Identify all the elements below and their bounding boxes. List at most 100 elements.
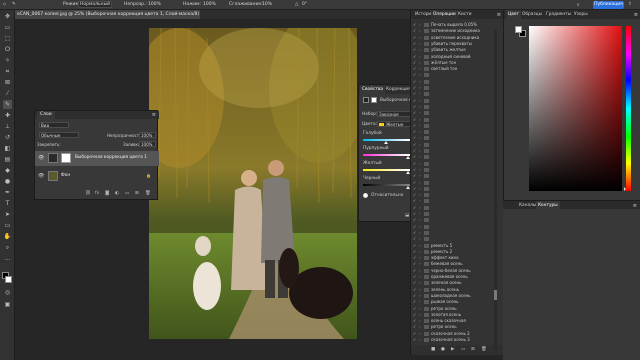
link-layers-icon[interactable]: ⛓ [85, 191, 91, 196]
checkmark-icon[interactable]: ✓ [413, 148, 418, 154]
checkmark-icon[interactable]: ✓ [413, 66, 418, 72]
action-item[interactable]: ✓ › реместь 5 [411, 243, 496, 249]
checkmark-icon[interactable]: ✓ [413, 173, 418, 179]
action-item[interactable]: ✓ › зеленая осень [411, 280, 496, 286]
action-item[interactable]: ✓ › [411, 186, 496, 192]
action-item[interactable]: ✓ › золотая осень [411, 312, 496, 318]
checkmark-icon[interactable]: ✓ [413, 35, 418, 41]
checkmark-icon[interactable]: ✓ [413, 287, 418, 293]
new-set-icon[interactable]: ▭ [461, 347, 465, 352]
checkmark-icon[interactable]: ✓ [413, 60, 418, 66]
expand-arrow-icon[interactable]: › [419, 41, 423, 47]
fx-icon[interactable]: fx [95, 191, 99, 196]
expand-arrow-icon[interactable]: › [419, 154, 423, 160]
expand-arrow-icon[interactable]: › [419, 66, 423, 72]
expand-arrow-icon[interactable]: › [419, 104, 423, 110]
publish-button[interactable]: Публикация [593, 1, 624, 9]
expand-arrow-icon[interactable]: › [419, 91, 423, 97]
checkmark-icon[interactable]: ✓ [413, 47, 418, 53]
expand-arrow-icon[interactable]: › [419, 255, 423, 261]
expand-arrow-icon[interactable]: › [419, 230, 423, 236]
layer-row-background[interactable]: 👁 Фон 🔒 [35, 169, 159, 184]
checkmark-icon[interactable]: ✓ [413, 28, 418, 34]
layer-fill-field[interactable]: 100% [139, 141, 156, 147]
action-item[interactable]: ✓ › [411, 129, 496, 135]
tab-paths[interactable]: Контуры [536, 201, 560, 210]
pressure-field[interactable]: 100% [203, 2, 216, 7]
action-item[interactable]: ✓ › [411, 211, 496, 217]
action-item[interactable]: ✓ › бежевая осень [411, 261, 496, 267]
action-item[interactable]: ✓ › Печать выдела 0.05% [411, 22, 496, 28]
checkmark-icon[interactable]: ✓ [413, 135, 418, 141]
expand-arrow-icon[interactable]: › [419, 60, 423, 66]
checkmark-icon[interactable]: ✓ [413, 22, 418, 28]
cyan-slider-knob[interactable] [383, 141, 388, 144]
action-item[interactable]: ✓ › сказочная осень 2 [411, 331, 496, 337]
checkmark-icon[interactable]: ✓ [413, 205, 418, 211]
action-item[interactable]: ✓ › [411, 198, 496, 204]
tab-patterns[interactable]: Узоры [572, 10, 590, 19]
tab-layers[interactable]: Слои [37, 111, 55, 119]
checkmark-icon[interactable]: ✓ [413, 299, 418, 305]
checkmark-icon[interactable]: ✓ [413, 211, 418, 217]
action-item[interactable]: ✓ › холодный синевой [411, 54, 496, 60]
action-item[interactable]: ✓ › сказочная осень 3 [411, 337, 496, 343]
layer-opacity-field[interactable]: 100% [139, 132, 156, 138]
clip-to-layer-icon[interactable]: ⬓ [405, 213, 409, 218]
actions-scrollbar[interactable] [494, 30, 497, 350]
pen-tool-icon[interactable]: ✒ [3, 188, 12, 197]
checkmark-icon[interactable]: ✓ [413, 268, 418, 274]
expand-arrow-icon[interactable]: › [419, 22, 423, 28]
action-item[interactable]: ✓ › [411, 110, 496, 116]
action-item[interactable]: ✓ › рыжая осень [411, 299, 496, 305]
gradient-tool-icon[interactable]: ▤ [3, 155, 12, 164]
checkmark-icon[interactable]: ✓ [413, 85, 418, 91]
checkmark-icon[interactable]: ✓ [413, 110, 418, 116]
action-item[interactable]: ✓ › [411, 148, 496, 154]
expand-arrow-icon[interactable]: › [419, 293, 423, 299]
expand-arrow-icon[interactable]: › [419, 85, 423, 91]
expand-arrow-icon[interactable]: › [419, 224, 423, 230]
checkmark-icon[interactable]: ✓ [413, 123, 418, 129]
action-item[interactable]: ✓ › [411, 123, 496, 129]
shape-tool-icon[interactable]: ▭ [3, 221, 12, 230]
expand-arrow-icon[interactable]: › [419, 312, 423, 318]
tab-gradients[interactable]: Градиенты [544, 10, 573, 19]
checkmark-icon[interactable]: ✓ [413, 331, 418, 337]
action-item[interactable]: ✓ › убавить желтые [411, 47, 496, 53]
blur-tool-icon[interactable]: ◆ [3, 166, 12, 175]
smoothing-field[interactable]: 10% [262, 2, 272, 7]
layer-mask-thumbnail[interactable] [61, 153, 71, 163]
artboard-tool-icon[interactable]: ▭ [3, 23, 12, 32]
checkmark-icon[interactable]: ✓ [413, 186, 418, 192]
action-item[interactable]: ✓ › [411, 167, 496, 173]
home-icon[interactable]: ⌂ [3, 2, 6, 7]
action-item[interactable]: ✓ › эффект кино [411, 255, 496, 261]
checkmark-icon[interactable]: ✓ [413, 255, 418, 261]
stop-icon[interactable]: ■ [431, 347, 435, 352]
expand-arrow-icon[interactable]: › [419, 217, 423, 223]
tab-brushes[interactable]: Кисти [456, 10, 474, 19]
expand-arrow-icon[interactable]: › [419, 54, 423, 60]
type-tool-icon[interactable]: T [3, 199, 12, 208]
checkmark-icon[interactable]: ✓ [413, 41, 418, 47]
expand-arrow-icon[interactable]: › [419, 211, 423, 217]
eraser-tool-icon[interactable]: ◧ [3, 144, 12, 153]
checkmark-icon[interactable]: ✓ [413, 243, 418, 249]
expand-arrow-icon[interactable]: › [419, 192, 423, 198]
hue-slider-marker[interactable] [624, 187, 626, 191]
background-color-swatch[interactable] [5, 276, 12, 283]
panel-menu-icon[interactable]: ≡ [634, 12, 638, 18]
action-item[interactable]: ✓ › [411, 79, 496, 85]
action-item[interactable]: ✓ › шоколадная осень [411, 293, 496, 299]
panel-menu-icon[interactable]: ≡ [497, 12, 501, 18]
layer-filter-select[interactable]: Вид [39, 122, 69, 128]
checkmark-icon[interactable]: ✓ [413, 192, 418, 198]
tab-swatches[interactable]: Образцы [520, 10, 544, 19]
brush-tool-icon[interactable]: ✎ [3, 100, 12, 109]
history-brush-tool-icon[interactable]: ↺ [3, 133, 12, 142]
checkmark-icon[interactable]: ✓ [413, 217, 418, 223]
action-item[interactable]: ✓ › [411, 217, 496, 223]
expand-arrow-icon[interactable]: › [419, 123, 423, 129]
action-item[interactable]: ✓ › [411, 117, 496, 123]
